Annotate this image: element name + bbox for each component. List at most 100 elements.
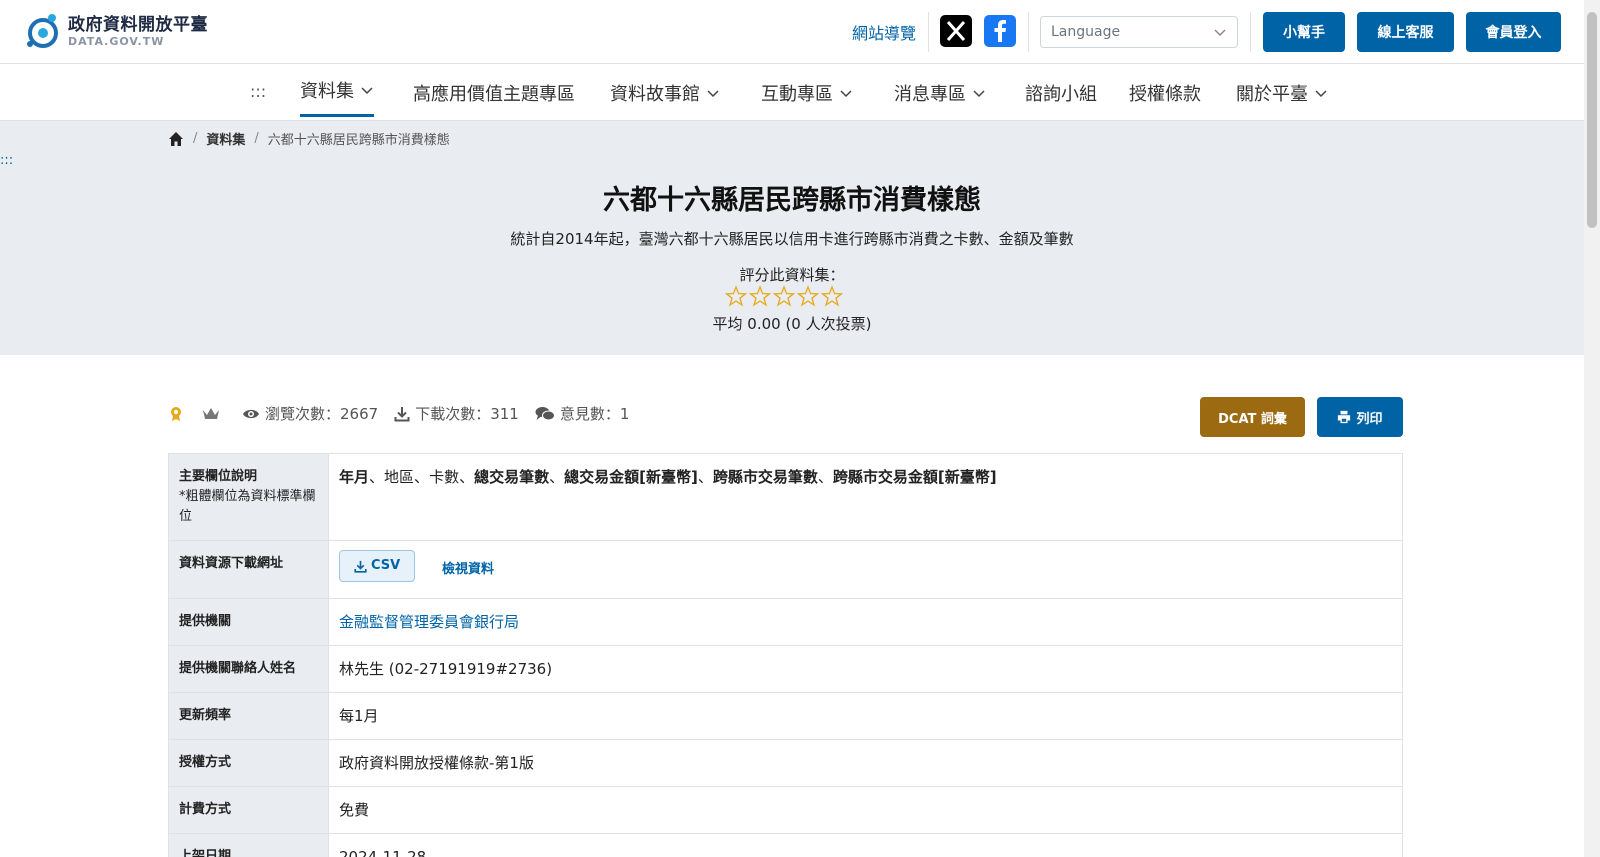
nav-item-stories[interactable]: 資料故事館 <box>610 65 720 121</box>
breadcrumb-datasets[interactable]: 資料集 <box>206 129 245 148</box>
fee-value: 免費 <box>328 786 1403 834</box>
logo-icon <box>27 14 58 48</box>
nav-item-datasets[interactable]: 資料集 <box>300 65 374 117</box>
frequency-value: 每1月 <box>328 692 1403 740</box>
comments-count: 1 <box>619 404 630 423</box>
breadcrumb: / 資料集 / 六都十六縣居民跨縣市消費樣態 <box>168 129 450 148</box>
chevron-down-icon <box>840 90 852 98</box>
nav-item-high-value[interactable]: 高應用價值主題專區 <box>413 65 575 121</box>
star-icon[interactable] <box>772 285 796 307</box>
chevron-down-icon <box>707 90 719 98</box>
nav-item-label: 資料故事館 <box>610 84 700 105</box>
page-scrollbar[interactable] <box>1584 0 1600 857</box>
nav-item-label: 諮詢小組 <box>1025 84 1097 105</box>
fee-label: 計費方式 <box>168 786 329 834</box>
chevron-down-icon <box>973 90 985 98</box>
nav-item-license[interactable]: 授權條款 <box>1129 65 1201 121</box>
dcat-button[interactable]: DCAT 詞彙 <box>1200 397 1305 437</box>
view-data-link[interactable]: 檢視資料 <box>442 562 494 577</box>
provider-value-cell: 金融監督管理委員會銀行局 <box>328 598 1403 646</box>
chevron-down-icon <box>361 86 373 94</box>
rating-label: 評分此資料集： <box>739 266 845 284</box>
chevron-down-icon <box>1214 29 1226 37</box>
divider <box>928 12 929 52</box>
eye-icon <box>243 409 259 418</box>
home-icon[interactable] <box>168 131 184 147</box>
table-row: 主要欄位說明 *粗體欄位為資料標準欄位 年月、地區、卡數、總交易筆數、總交易金額… <box>168 453 1403 541</box>
field-name: 卡數 <box>429 468 460 486</box>
field-name: 跨縣市交易筆數 <box>712 468 818 486</box>
content-accesskey[interactable]: ::: <box>0 153 13 168</box>
field-separator: 、 <box>549 468 565 486</box>
downloads-stat: 下載次數： 311 <box>394 403 519 424</box>
print-button[interactable]: 列印 <box>1317 397 1403 437</box>
field-separator: 、 <box>817 468 833 486</box>
dataset-hero: ::: / 資料集 / 六都十六縣居民跨縣市消費樣態 六都十六縣居民跨縣市消費樣… <box>0 121 1584 355</box>
nav-item-label: 資料集 <box>300 80 354 102</box>
rating-stars[interactable] <box>724 285 844 307</box>
published-value: 2024-11-28 <box>328 833 1403 857</box>
field-separator: 、 <box>414 468 430 486</box>
helper-button[interactable]: 小幫手 <box>1263 12 1345 52</box>
nav-item-news[interactable]: 消息專區 <box>894 65 986 121</box>
comments-label: 意見數： <box>559 405 620 423</box>
star-icon[interactable] <box>724 285 748 307</box>
nav-item-label: 互動專區 <box>761 84 833 105</box>
field-name: 地區 <box>384 468 415 486</box>
field-separator: 、 <box>459 468 475 486</box>
field-name: 年月 <box>339 468 370 486</box>
page-title: 六都十六縣居民跨縣市消費樣態 <box>603 185 981 216</box>
site-logo[interactable]: 政府資料開放平臺 DATA.GOV.TW <box>22 10 208 52</box>
print-label: 列印 <box>1356 411 1383 427</box>
field-name: 總交易金額[新臺幣] <box>564 468 698 486</box>
table-row: 上架日期 2024-11-28 <box>168 833 1403 857</box>
language-select[interactable]: Language <box>1040 16 1238 48</box>
download-value-cell: CSV 檢視資料 <box>328 540 1403 599</box>
provider-link[interactable]: 金融監督管理委員會銀行局 <box>339 613 519 631</box>
dataset-description: 統計自2014年起，臺灣六都十六縣居民以信用卡進行跨縣市消費之卡數、金額及筆數 <box>510 230 1074 248</box>
nav-item-advisory[interactable]: 諮詢小組 <box>1025 65 1097 121</box>
fields-value-cell: 年月、地區、卡數、總交易筆數、總交易金額[新臺幣]、跨縣市交易筆數、跨縣市交易金… <box>328 453 1403 541</box>
download-icon <box>394 406 410 421</box>
field-separator: 、 <box>369 468 385 486</box>
table-row: 更新頻率 每1月 <box>168 692 1403 740</box>
chevron-down-icon <box>1315 90 1327 98</box>
printer-icon <box>1338 410 1351 424</box>
comments-stat: 意見數： 1 <box>535 403 630 424</box>
divider <box>1028 12 1029 52</box>
contact-label: 提供機關聯絡人姓名 <box>168 645 329 693</box>
nav-item-about[interactable]: 關於平臺 <box>1236 65 1328 121</box>
views-count: 2667 <box>340 404 379 423</box>
comments-icon <box>535 406 555 420</box>
nav-item-label: 高應用價值主題專區 <box>413 84 575 105</box>
table-row: 資料資源下載網址 CSV 檢視資料 <box>168 540 1403 599</box>
sitemap-link[interactable]: 網站導覽 <box>852 20 916 44</box>
nav-item-label: 授權條款 <box>1129 84 1201 105</box>
scrollbar-thumb[interactable] <box>1587 12 1597 228</box>
star-icon[interactable] <box>748 285 772 307</box>
downloads-count: 311 <box>490 404 519 423</box>
downloads-label: 下載次數： <box>415 405 491 423</box>
nav-accesskey[interactable]: ::: <box>250 82 266 101</box>
login-button[interactable]: 會員登入 <box>1466 12 1561 52</box>
facebook-icon[interactable] <box>984 15 1016 47</box>
provider-label: 提供機關 <box>168 598 329 646</box>
field-name: 總交易筆數 <box>474 468 550 486</box>
field-name: 跨縣市交易金額[新臺幣] <box>832 468 997 486</box>
rating-average: 平均 0.00 (0 人次投票) <box>712 315 872 333</box>
logo-title: 政府資料開放平臺 <box>68 14 208 35</box>
x-twitter-icon[interactable] <box>940 15 972 47</box>
logo-subtitle: DATA.GOV.TW <box>68 34 165 48</box>
download-label: 資料資源下載網址 <box>168 540 329 599</box>
table-row: 授權方式 政府資料開放授權條款-第1版 <box>168 739 1403 787</box>
online-service-button[interactable]: 線上客服 <box>1357 12 1454 52</box>
star-icon[interactable] <box>796 285 820 307</box>
star-icon[interactable] <box>820 285 844 307</box>
crown-icon <box>203 407 219 419</box>
fields-label: 主要欄位說明 <box>179 469 258 484</box>
csv-download-button[interactable]: CSV <box>339 550 416 582</box>
dataset-stats: 瀏覽次數： 2667 下載次數： 311 意見數： 1 <box>168 403 645 424</box>
breadcrumb-separator: / <box>254 131 259 146</box>
nav-item-label: 關於平臺 <box>1236 84 1308 105</box>
nav-item-interactive[interactable]: 互動專區 <box>761 65 853 121</box>
